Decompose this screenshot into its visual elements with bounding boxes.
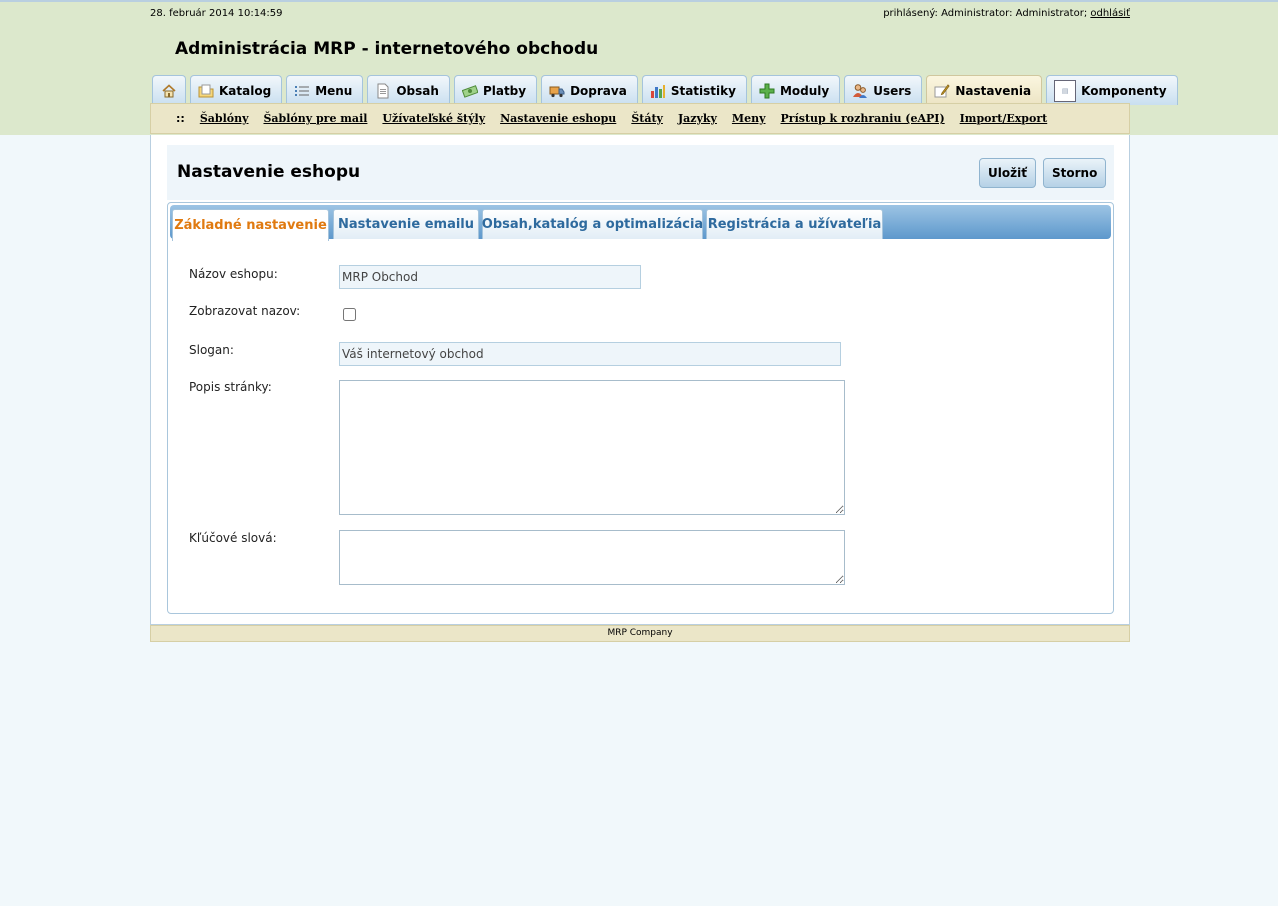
settings-note-icon: [934, 83, 950, 99]
plus-icon: [759, 83, 775, 99]
tab-statistiky[interactable]: Statistiky: [641, 75, 747, 105]
footer: MRP Company: [150, 625, 1130, 642]
shop-name-input[interactable]: [339, 265, 641, 289]
tab-email-settings[interactable]: Nastavenie emailu: [333, 209, 479, 239]
tab-platby[interactable]: Platby: [453, 75, 538, 105]
subnav-meny[interactable]: Meny: [732, 112, 766, 125]
folder-icon: [198, 83, 214, 99]
tab-label: Platby: [482, 83, 527, 98]
form-tabbar: Základné nastavenie Nastavenie emailu Ob…: [170, 205, 1111, 241]
tab-label: Moduly: [779, 83, 830, 98]
tab-moduly[interactable]: Moduly: [750, 75, 841, 105]
show-name-checkbox[interactable]: [343, 308, 356, 321]
slogan-label: Slogan:: [189, 343, 234, 357]
component-icon: ▤: [1054, 79, 1077, 102]
tab-katalog[interactable]: Katalog: [190, 75, 283, 105]
datetime: 28. február 2014 10:14:59: [150, 8, 283, 19]
tab-label: Statistiky: [670, 83, 736, 98]
list-icon: [294, 83, 310, 99]
home-icon: [161, 83, 177, 99]
tab-label: Obsah: [396, 83, 439, 98]
tab-doprava[interactable]: Doprava: [541, 75, 638, 105]
tab-home[interactable]: [152, 75, 186, 105]
subnav-sablony[interactable]: Šablóny: [200, 112, 249, 125]
login-status: prihlásený: Administrator: Administrator…: [883, 8, 1130, 19]
subnav-eapi[interactable]: Prístup k rozhraniu (eAPI): [781, 112, 945, 125]
page-title: Nastavenie eshopu: [177, 162, 361, 182]
tab-content-catalog[interactable]: Obsah,katalóg a optimalizácia: [482, 209, 703, 239]
description-label: Popis stránky:: [189, 380, 272, 394]
tab-label: Nastavenia: [955, 83, 1032, 98]
slogan-input[interactable]: [339, 342, 841, 366]
subnav-sablony-mail[interactable]: Šablóny pre mail: [263, 112, 367, 125]
subnav-staty[interactable]: Štáty: [631, 112, 663, 125]
logout-link[interactable]: odhlásiť: [1090, 8, 1130, 19]
show-name-label: Zobrazovat nazov:: [189, 304, 301, 318]
logged-user-text: prihlásený: Administrator: Administrator…: [883, 8, 1088, 19]
users-icon: [852, 83, 868, 99]
money-icon: [461, 83, 478, 99]
tab-nastavenia[interactable]: Nastavenia: [926, 75, 1043, 105]
tab-menu[interactable]: Menu: [286, 75, 364, 105]
subnav-separator: ::: [176, 112, 185, 125]
description-textarea[interactable]: [339, 380, 845, 515]
shop-name-label: Názov eshopu:: [189, 267, 278, 281]
bar-chart-icon: [650, 83, 666, 99]
subnav-user-styles[interactable]: Užívateľské štýly: [382, 112, 485, 125]
page-header: Nastavenie eshopu Uložiť Storno: [167, 145, 1114, 200]
subnav-import-export[interactable]: Import/Export: [960, 112, 1048, 125]
save-button[interactable]: Uložiť: [979, 158, 1036, 188]
keywords-textarea[interactable]: [339, 530, 845, 585]
keywords-label: Kľúčové slová:: [189, 531, 277, 545]
truck-icon: [549, 83, 565, 99]
main-nav-tabs: Katalog Menu Obsah Platby Doprava Statis…: [152, 75, 1178, 105]
top-status-line: 28. február 2014 10:14:59 prihlásený: Ad…: [150, 8, 1130, 22]
tab-users[interactable]: Users: [844, 75, 923, 105]
tab-label: Users: [873, 83, 912, 98]
tab-registration-users[interactable]: Registrácia a užívateľia: [706, 209, 883, 239]
tab-label: Doprava: [570, 83, 627, 98]
document-icon: [375, 83, 391, 99]
tab-obsah[interactable]: Obsah: [367, 75, 450, 105]
main-content: Nastavenie eshopu Uložiť Storno Základné…: [150, 135, 1130, 625]
tab-basic-settings[interactable]: Základné nastavenie: [172, 209, 329, 241]
settings-subnav: :: Šablóny Šablóny pre mail Užívateľské …: [150, 103, 1130, 134]
settings-form: Základné nastavenie Nastavenie emailu Ob…: [167, 202, 1114, 614]
subnav-eshop-settings[interactable]: Nastavenie eshopu: [500, 112, 616, 125]
tab-label: Menu: [315, 83, 353, 98]
tab-komponenty[interactable]: ▤ Komponenty: [1046, 75, 1178, 105]
subnav-jazyky[interactable]: Jazyky: [678, 112, 717, 125]
tab-label: Katalog: [219, 83, 272, 98]
app-title: Administrácia MRP - internetového obchod…: [175, 39, 599, 59]
cancel-button[interactable]: Storno: [1043, 158, 1107, 188]
tab-label: Komponenty: [1081, 83, 1167, 98]
